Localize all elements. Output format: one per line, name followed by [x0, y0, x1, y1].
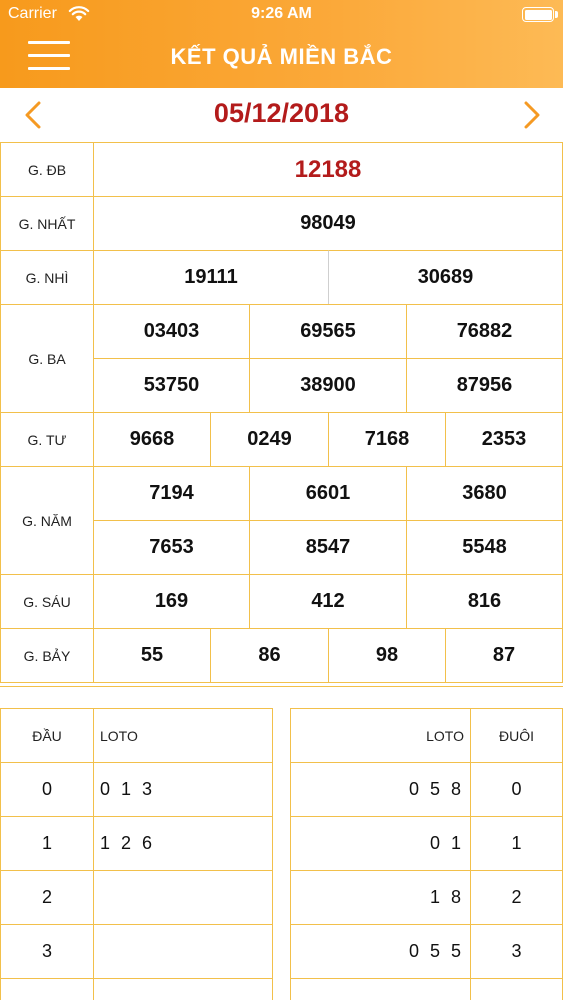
prize-sixth-number: 169	[93, 574, 250, 629]
loto-head-row-partial	[0, 978, 94, 1000]
prize-third-number: 38900	[249, 358, 407, 413]
prize-label-fourth: G. TƯ	[0, 412, 94, 467]
loto-tail-key: 0	[470, 762, 563, 817]
loto-head-key: 2	[0, 870, 94, 925]
prize-label-sixth: G. SÁU	[0, 574, 94, 629]
loto-head-values	[93, 924, 273, 979]
loto-tail-key: 2	[470, 870, 563, 925]
prize-label-first: G. NHẤT	[0, 196, 94, 251]
loto-tail-values: 0 5 8	[290, 762, 471, 817]
prize-seventh-number: 87	[445, 628, 563, 683]
loto-head-values: 1 2 6	[93, 816, 273, 871]
prize-second-number: 30689	[328, 250, 563, 305]
loto-head-row-partial	[93, 978, 273, 1000]
status-time: 9:26 AM	[251, 5, 312, 22]
prize-first-number: 98049	[93, 196, 563, 251]
loto-header: LOTO	[290, 708, 471, 763]
prize-fifth-number: 7653	[93, 520, 250, 575]
prize-sixth-number: 412	[249, 574, 407, 629]
prize-third-number: 03403	[93, 304, 250, 359]
prize-third-number: 76882	[406, 304, 563, 359]
status-bar: Carrier 9:26 AM	[0, 0, 563, 30]
prize-label-fifth: G. NĂM	[0, 466, 94, 575]
prize-third-number: 53750	[93, 358, 250, 413]
prize-fourth-number: 2353	[445, 412, 563, 467]
loto-tail-values: 0 1	[290, 816, 471, 871]
prize-fourth-number: 9668	[93, 412, 211, 467]
prize-label-seventh: G. BẢY	[0, 628, 94, 683]
loto-head-key: 0	[0, 762, 94, 817]
prize-seventh-number: 55	[93, 628, 211, 683]
next-date-button[interactable]	[517, 98, 547, 132]
section-divider	[0, 686, 563, 708]
prize-fourth-number: 0249	[210, 412, 329, 467]
prize-label-special: G. ĐB	[0, 142, 94, 197]
prize-fourth-number: 7168	[328, 412, 446, 467]
loto-tail-row-partial	[290, 978, 471, 1000]
prize-special-number: 12188	[93, 142, 563, 197]
prize-seventh-number: 98	[328, 628, 446, 683]
prize-seventh-number: 86	[210, 628, 329, 683]
prize-fifth-number: 6601	[249, 466, 407, 521]
loto-tail-row-partial	[470, 978, 563, 1000]
battery-icon	[522, 7, 554, 22]
loto-header: LOTO	[93, 708, 273, 763]
page-title: KẾT QUẢ MIỀN BẮC	[170, 44, 393, 69]
loto-head-values	[93, 870, 273, 925]
prize-label-third: G. BA	[0, 304, 94, 413]
prize-third-number: 69565	[249, 304, 407, 359]
app-header: Carrier 9:26 AM KẾT QUẢ MIỀN BẮC	[0, 0, 563, 88]
loto-tail-header: ĐUÔI	[470, 708, 563, 763]
loto-head-key: 3	[0, 924, 94, 979]
prize-fifth-number: 8547	[249, 520, 407, 575]
loto-tail-values: 0 5 5	[290, 924, 471, 979]
results-table: G. ĐB 12188 G. NHẤT 98049 G. NHÌ 19111 3…	[0, 142, 563, 687]
prize-second-number: 19111	[93, 250, 329, 305]
prize-sixth-number: 816	[406, 574, 563, 629]
date-navigator: 05/12/2018	[0, 88, 563, 142]
battery-cap	[555, 11, 558, 18]
prize-fifth-number: 7194	[93, 466, 250, 521]
chevron-right-icon	[524, 101, 540, 129]
loto-head-header: ĐẦU	[0, 708, 94, 763]
prize-label-second: G. NHÌ	[0, 250, 94, 305]
loto-head-values: 0 1 3	[93, 762, 273, 817]
prize-fifth-number: 5548	[406, 520, 563, 575]
selected-date[interactable]: 05/12/2018	[0, 98, 563, 129]
loto-tail-key: 3	[470, 924, 563, 979]
loto-head-key: 1	[0, 816, 94, 871]
loto-tail-key: 1	[470, 816, 563, 871]
prize-third-number: 87956	[406, 358, 563, 413]
loto-tail-values: 1 8	[290, 870, 471, 925]
prize-fifth-number: 3680	[406, 466, 563, 521]
